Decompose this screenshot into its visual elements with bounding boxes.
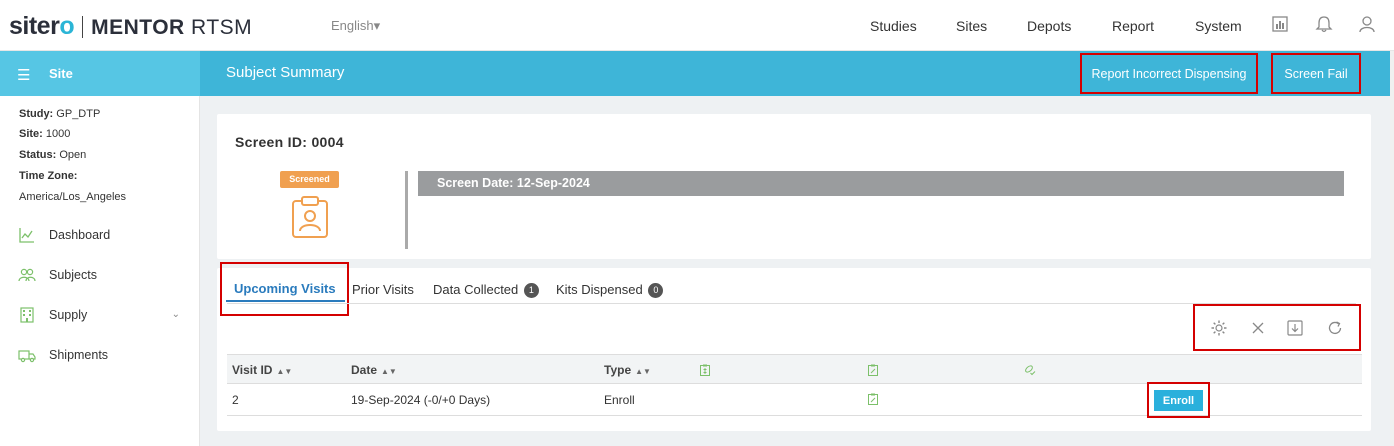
column-header-type[interactable]: Type ▲▼ [604,363,651,377]
sidebar-title: Site [49,66,73,81]
clipboard-user-icon [292,196,328,238]
status-badge: Screened [280,171,339,188]
timezone-label: Time Zone: [19,170,78,182]
report-chart-icon[interactable] [1270,14,1290,34]
nav-system[interactable]: System [1195,18,1242,34]
bell-icon[interactable] [1314,14,1334,34]
tabs-divider [227,303,1356,304]
tab-kits-dispensed[interactable]: Kits Dispensed 0 [556,282,664,298]
tab-prior-visits[interactable]: Prior Visits [352,282,414,297]
sidebar-item-dashboard[interactable]: Dashboard [18,226,188,246]
screen-fail-button[interactable]: Screen Fail [1271,53,1361,94]
status-info: Status: Open [19,149,87,161]
user-icon[interactable] [1357,14,1377,34]
nav-depots[interactable]: Depots [1027,18,1071,34]
top-navbar: sitero MENTOR RTSM English▾ Studies Site… [0,0,1394,51]
column-header-visit-id[interactable]: Visit ID ▲▼ [232,363,292,377]
active-tab-underline [226,300,345,302]
page-scrollbar[interactable] [1390,51,1394,446]
data-collected-count-badge: 1 [523,283,539,298]
refresh-icon[interactable] [1326,319,1344,337]
sort-icon: ▲▼ [635,367,651,376]
timeline-divider [405,171,408,249]
chevron-down-icon[interactable]: ⌄ [172,309,180,320]
clipboard-edit-icon[interactable] [867,393,879,405]
sidebar: Study: GP_DTP Site: 1000 Status: Open Ti… [0,96,200,446]
column-header-date[interactable]: Date ▲▼ [351,363,397,377]
nav-studies[interactable]: Studies [870,18,917,34]
kits-dispensed-count-badge: 0 [648,283,664,298]
close-icon[interactable] [1249,319,1267,337]
page-header-bar: Subject Summary Report Incorrect Dispens… [200,51,1390,96]
chart-line-icon [19,228,34,243]
sidebar-header: ☰ Site [0,51,200,96]
page-title: Subject Summary [226,64,345,81]
tab-data-collected[interactable]: Data Collected 1 [433,282,539,298]
screen-id-heading: Screen ID: 0004 [235,134,344,150]
building-icon [20,307,34,323]
language-selector[interactable]: English▾ [331,18,380,34]
brand-name: sitero [9,12,75,40]
app-logo[interactable]: sitero MENTOR RTSM [9,12,252,41]
users-icon [18,268,36,282]
hamburger-menu-icon[interactable]: ☰ [17,66,30,84]
enroll-button-highlight: Enroll [1147,382,1210,418]
study-info: Study: GP_DTP [19,108,101,120]
cell-date: 19-Sep-2024 (-0/+0 Days) [351,393,491,407]
gear-icon[interactable] [1210,319,1228,337]
enroll-button[interactable]: Enroll [1154,390,1203,411]
sidebar-item-shipments[interactable]: Shipments [18,346,188,366]
cell-type: Enroll [604,393,635,407]
sidebar-item-supply[interactable]: Supply ⌄ [18,306,188,326]
product-name: MENTOR RTSM [91,16,253,39]
report-incorrect-dispensing-button[interactable]: Report Incorrect Dispensing [1080,53,1258,94]
nav-report[interactable]: Report [1112,18,1154,34]
timezone-value: America/Los_Angeles [19,191,127,203]
sidebar-item-subjects[interactable]: Subjects [18,266,188,286]
tab-upcoming-visits[interactable]: Upcoming Visits [220,262,349,316]
pill-check-icon [1025,365,1036,376]
clipboard-dollar-icon [700,364,710,376]
download-icon[interactable] [1286,319,1304,337]
sort-icon: ▲▼ [276,367,293,376]
site-info: Site: 1000 [19,128,71,140]
truck-icon [18,350,36,363]
clipboard-edit-icon [868,364,878,376]
screen-date-bar: Screen Date: 12-Sep-2024 [418,171,1344,196]
table-header: Visit ID ▲▼ Date ▲▼ Type ▲▼ [227,354,1362,384]
nav-sites[interactable]: Sites [956,18,987,34]
logo-divider [82,15,84,38]
cell-visit-id: 2 [232,393,239,407]
table-toolbar [1193,304,1361,351]
sort-icon: ▲▼ [381,367,397,376]
